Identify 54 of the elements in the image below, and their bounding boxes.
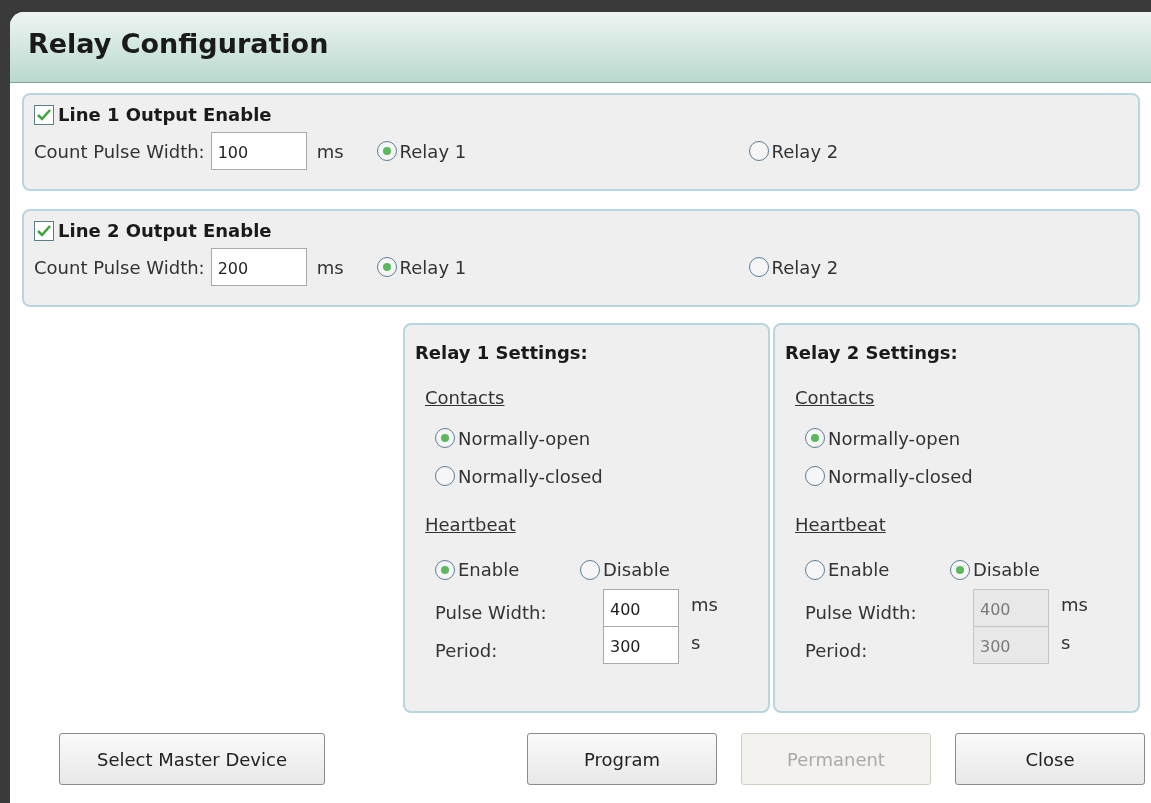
checkbox-label[interactable]: Line 2 Output Enable [58,217,272,244]
unit-label: ms [316,139,344,164]
radio-label[interactable]: Normally-open [458,424,591,452]
radio-label[interactable]: Normally-closed [828,462,973,490]
panel-title: Relay 2 Settings: [785,341,959,365]
section-heading: Contacts [425,386,505,410]
section-heading: Heartbeat [425,513,516,537]
radio-label[interactable]: Relay 1 [399,137,467,165]
radio-button[interactable] [435,466,455,486]
radio-button[interactable] [748,141,769,161]
number-field[interactable]: 400 [603,589,679,627]
radio-button[interactable] [376,141,397,161]
radio-button[interactable] [805,466,825,486]
section-heading: Heartbeat [795,513,886,537]
field-label: Pulse Width: [805,601,918,625]
field-label: Pulse Width: [435,601,548,625]
radio-label[interactable]: Relay 2 [771,253,839,281]
radio-label[interactable]: Disable [973,556,1040,583]
pulse-width-field[interactable]: 200 [210,248,307,286]
section-heading: Contacts [795,386,875,410]
dialog-button[interactable]: Close [955,733,1145,785]
window-title: Relay Configuration [28,28,329,59]
field-label: Count Pulse Width: [34,139,205,164]
pulse-width-field[interactable]: 100 [210,132,307,170]
unit-label: s [691,631,701,655]
unit-label: ms [316,255,344,280]
radio-button[interactable] [950,559,970,580]
radio-label[interactable]: Normally-open [828,424,961,452]
field-label: Period: [435,639,499,663]
unit-label: s [1061,631,1071,655]
radio-button[interactable] [580,559,600,580]
checkbox[interactable] [34,220,54,241]
radio-label[interactable]: Relay 1 [399,253,467,281]
radio-button[interactable] [435,559,455,580]
checkbox[interactable] [34,104,54,125]
radio-label[interactable]: Disable [603,556,670,583]
dialog-button[interactable]: Program [527,733,717,785]
radio-button[interactable] [805,428,825,448]
radio-button[interactable] [435,428,455,448]
radio-button[interactable] [748,257,769,277]
number-field[interactable]: 300 [603,626,679,664]
panel-title: Relay 1 Settings: [415,341,589,365]
radio-button[interactable] [376,257,397,277]
field-label: Period: [805,639,869,663]
radio-label[interactable]: Enable [828,556,890,583]
checkbox-label[interactable]: Line 1 Output Enable [58,101,272,128]
radio-label[interactable]: Relay 2 [771,137,839,165]
field-label: Count Pulse Width: [34,255,205,280]
radio-label[interactable]: Normally-closed [458,462,603,490]
unit-label: ms [1061,593,1088,617]
unit-label: ms [691,593,718,617]
radio-button[interactable] [805,559,825,580]
dialog-button[interactable]: Select Master Device [59,733,325,785]
radio-label[interactable]: Enable [458,556,520,583]
